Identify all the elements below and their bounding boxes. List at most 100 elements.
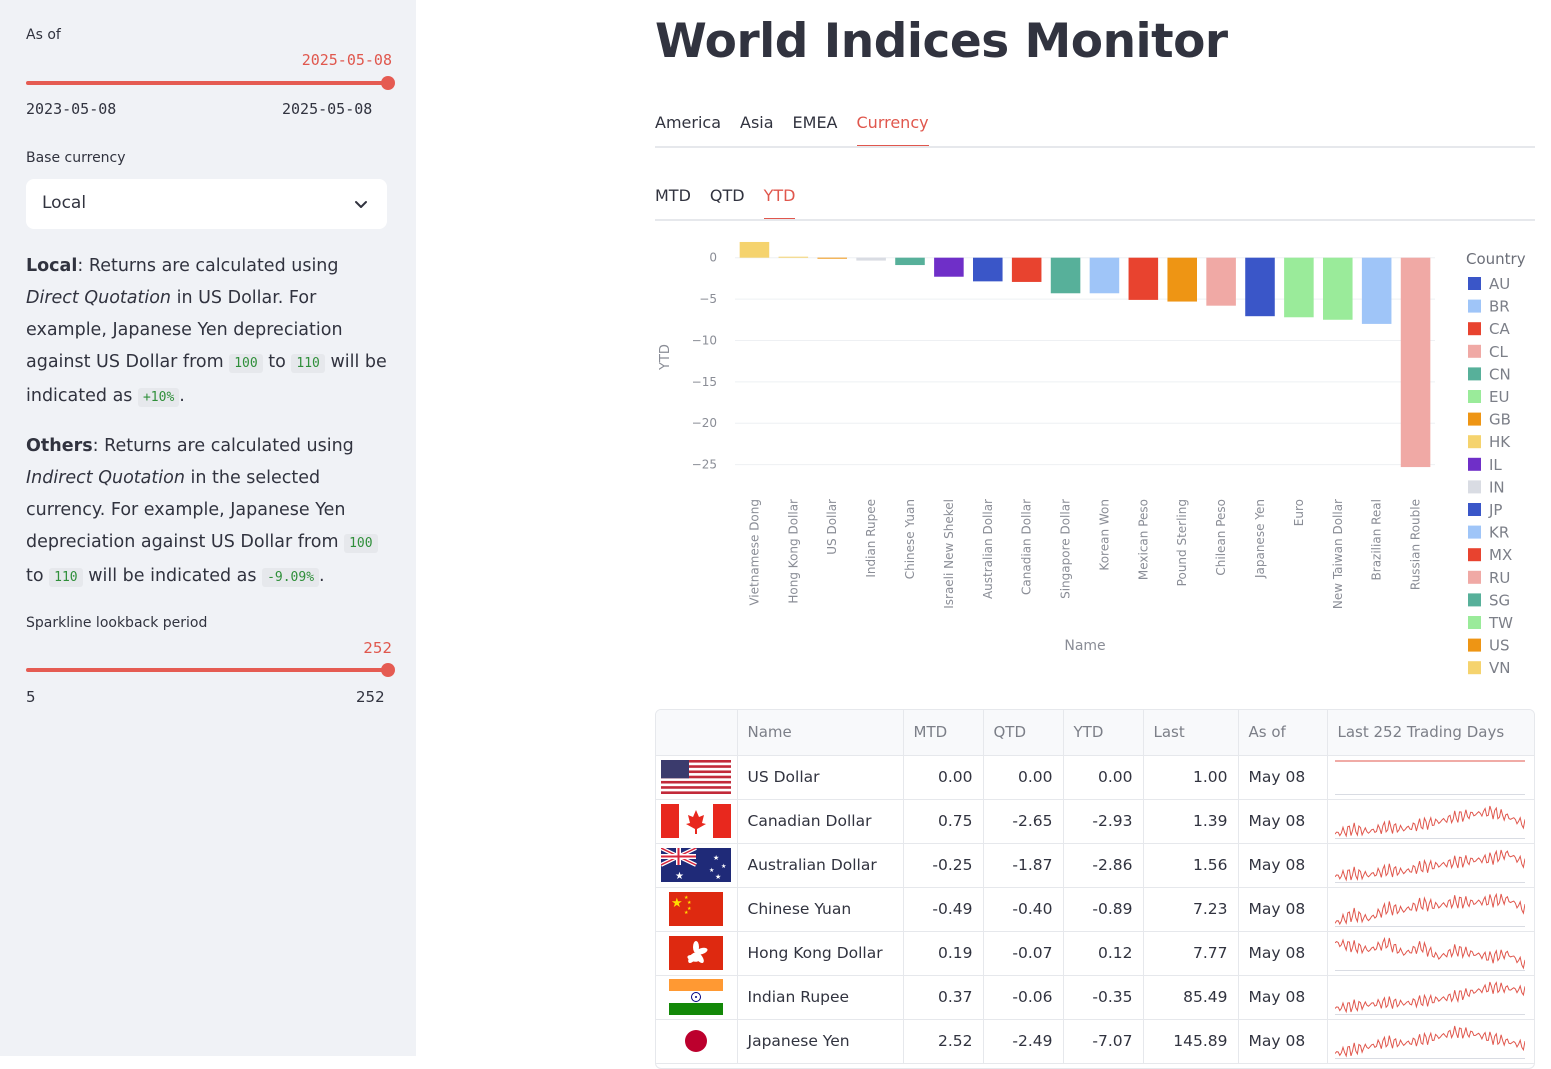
x-tick-label: Chilean Peso	[1214, 499, 1228, 576]
legend-label: BR	[1489, 298, 1510, 316]
tab-emea[interactable]: EMEA	[793, 113, 838, 146]
legend-label: VN	[1489, 659, 1510, 677]
tab-qtd[interactable]: QTD	[710, 186, 745, 219]
last-value: 7.77	[1143, 931, 1239, 976]
table-row[interactable]: Indian Rupee 0.37 -0.06 -0.35 85.49 May 08	[656, 975, 1534, 1020]
sparkline	[1327, 843, 1534, 888]
x-tick-label: Australian Dollar	[981, 499, 995, 599]
base-currency-select[interactable]: Local	[26, 179, 387, 229]
x-tick-label: Vietnamese Dong	[747, 499, 761, 606]
as-of-slider-thumb[interactable]	[381, 76, 395, 90]
last-value: 145.89	[1143, 1019, 1239, 1064]
qtd-value: -0.40	[983, 887, 1064, 932]
ytd-bar-chart: 0 −5 −10 −15 −20 −25 YTD Vietnamese Dong Hong Ko…	[658, 241, 1526, 677]
as-of-date: May 08	[1238, 843, 1328, 888]
currency-name: Canadian Dollar	[737, 799, 904, 844]
table-row[interactable]: US Dollar 0.00 0.00 0.00 1.00 May 08	[656, 755, 1534, 800]
as-of-label: As of	[26, 27, 61, 43]
x-tick-label: Indian Rupee	[864, 499, 878, 578]
legend-swatch	[1468, 593, 1481, 607]
ytd-value: -2.86	[1063, 843, 1144, 888]
local-description: Local: Returns are calculated using Dire…	[26, 256, 387, 407]
tab-asia[interactable]: Asia	[740, 113, 774, 146]
y-tick-label: 0	[709, 251, 717, 265]
tab-america[interactable]: America	[655, 113, 721, 146]
legend-swatch	[1468, 299, 1481, 313]
column-header[interactable]: QTD	[983, 710, 1064, 756]
tab-currency[interactable]: Currency	[856, 113, 929, 148]
bar-mx[interactable]	[1128, 257, 1159, 300]
table-row[interactable]: Hong Kong Dollar 0.19 -0.07 0.12 7.77 May 08	[656, 931, 1534, 976]
bar-cn[interactable]	[895, 257, 925, 266]
table-row[interactable]: Japanese Yen 2.52 -2.49 -7.07 145.89 May 08	[656, 1019, 1534, 1064]
column-header[interactable]: Name	[737, 710, 904, 756]
region-tabs: America Asia EMEA Currency	[655, 113, 948, 148]
mtd-value: 0.00	[903, 755, 984, 800]
svg-text:★: ★	[671, 896, 683, 911]
bar-au[interactable]	[973, 257, 1003, 282]
y-tick-label: −20	[692, 416, 717, 430]
legend-label: IN	[1489, 478, 1505, 496]
column-header[interactable]: Last 252 Trading Days	[1327, 710, 1534, 756]
bar-jp[interactable]	[1245, 257, 1275, 317]
x-tick-label: Canadian Dollar	[1020, 499, 1034, 595]
bar-us[interactable]	[817, 257, 847, 259]
mtd-value: 2.52	[903, 1019, 984, 1064]
x-tick-label: New Taiwan Dollar	[1331, 499, 1345, 609]
sparkline-slider-track[interactable]	[26, 668, 388, 672]
legend-label: TW	[1488, 614, 1513, 632]
bar-br[interactable]	[1361, 257, 1392, 324]
sparkline-slider-thumb[interactable]	[381, 663, 395, 677]
svg-text:★: ★	[709, 867, 714, 874]
legend-swatch	[1468, 390, 1481, 403]
svg-text:★: ★	[713, 854, 719, 862]
bar-gb[interactable]	[1167, 257, 1197, 302]
legend-swatch	[1468, 344, 1481, 358]
bar-ru[interactable]	[1400, 257, 1431, 468]
last-value: 1.56	[1143, 843, 1239, 888]
legend-swatch	[1468, 570, 1481, 584]
tab-mtd[interactable]: MTD	[655, 186, 691, 219]
legend-swatch	[1468, 548, 1481, 562]
tab-ytd[interactable]: YTD	[763, 186, 795, 221]
legend-label: RU	[1489, 569, 1510, 587]
as-of-value: 2025-05-08	[301, 51, 392, 69]
last-value: 1.39	[1143, 799, 1239, 844]
table-row[interactable]: Canadian Dollar 0.75 -2.65 -2.93 1.39 May 08	[656, 799, 1534, 844]
legend-label: MX	[1489, 546, 1512, 564]
as-of-slider-track[interactable]	[26, 81, 388, 85]
sparkline-min: 5	[26, 688, 36, 706]
bar-hk[interactable]	[778, 256, 809, 258]
in-flag-icon	[656, 975, 738, 1020]
sparkline	[1327, 799, 1534, 844]
column-header[interactable]: As of	[1238, 710, 1328, 756]
mtd-value: 0.75	[903, 799, 984, 844]
as-of-date: May 08	[1238, 887, 1328, 932]
bar-tw[interactable]	[1323, 257, 1353, 320]
bar-cl[interactable]	[1206, 257, 1236, 306]
table-row[interactable]: ★ ★ ★ ★ ★ Chinese Yuan -0.49 -0.40 -0.89 7.23 May …	[656, 887, 1534, 932]
bar-sg[interactable]	[1050, 257, 1081, 294]
bar-ca[interactable]	[1011, 257, 1042, 282]
column-header[interactable]: YTD	[1063, 710, 1144, 756]
bar-eu[interactable]	[1284, 257, 1314, 318]
bar-in[interactable]	[856, 257, 886, 261]
legend-label: US	[1489, 637, 1510, 655]
bar-il[interactable]	[934, 257, 964, 277]
ca-flag-icon	[656, 799, 738, 844]
bar-vn[interactable]	[739, 241, 770, 258]
column-header[interactable]	[656, 710, 738, 756]
x-tick-label: Japanese Yen	[1253, 499, 1267, 579]
qtd-value: -2.65	[983, 799, 1064, 844]
bar-kr[interactable]	[1089, 257, 1120, 294]
sparkline	[1327, 1019, 1534, 1064]
qtd-value: -1.87	[983, 843, 1064, 888]
svg-text:★: ★	[715, 873, 721, 881]
column-header[interactable]: Last	[1143, 710, 1239, 756]
x-tick-label: Hong Kong Dollar	[786, 499, 800, 604]
jp-flag-icon	[656, 1019, 738, 1064]
column-header[interactable]: MTD	[903, 710, 984, 756]
legend-label: AU	[1489, 275, 1510, 293]
table-row[interactable]: ★ ★ ★ ★ ★ Australian Dollar -0.25 -1.87 -2.86 1.5…	[656, 843, 1534, 888]
x-tick-label: Brazilian Real	[1370, 499, 1384, 580]
